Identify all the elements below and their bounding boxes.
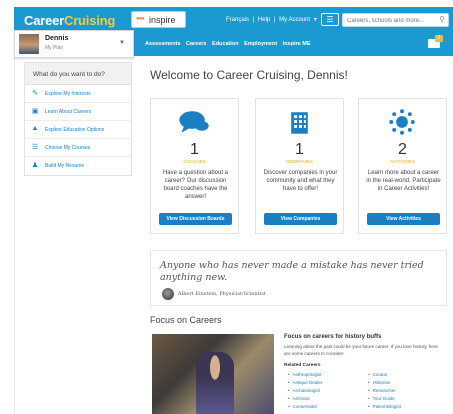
coaches-description: Have a question about a career? Our disc… [162, 170, 229, 200]
related-career-link[interactable]: Anthropologist [288, 372, 322, 377]
sidebar: What do you want to do? ✎ Explore My Int… [24, 62, 132, 176]
sidebar-item-explore-interests[interactable]: ✎ Explore My Interests [25, 85, 131, 103]
sidebar-item-label: Explore Education Options [45, 127, 105, 133]
focus-subtitle[interactable]: Focus on careers for history buffs [284, 334, 381, 340]
top-links-separator: | [252, 17, 255, 23]
nav-item-employment[interactable]: Employment [244, 41, 277, 47]
page-title: Welcome to Career Cruising, Dennis! [150, 68, 348, 82]
view-activities-button[interactable]: View Activities [367, 213, 440, 225]
briefcase-icon: ▣ [31, 108, 39, 115]
graduation-cap-icon: ▲ [31, 125, 39, 132]
search-box: ⚲ [342, 13, 449, 27]
coaches-card: 1 COACHES Have a question about a career… [150, 98, 239, 234]
activities-description: Learn more about a career in the real-wo… [366, 170, 441, 192]
nav-item-inspire-me[interactable]: Inspire ME [283, 41, 311, 47]
quote-text: Anyone who has never made a mistake has … [160, 260, 424, 283]
sidebar-item-label: Learn About Careers [45, 109, 92, 115]
nav-item-careers[interactable]: Careers [186, 41, 207, 47]
logo-text-career: Career [24, 13, 64, 28]
user-name: Dennis [45, 35, 69, 42]
focus-description: Learning about the past could be your fu… [284, 344, 438, 356]
quote-box: Anyone who has never made a mistake has … [150, 250, 447, 306]
list-icon: ☰ [31, 144, 39, 151]
activities-card: 2 ACTIVITIES Learn more about a career i… [358, 98, 447, 234]
quote-author: Albert Einstein, Physicist/Scientist [178, 291, 266, 297]
related-career-link[interactable]: Tour Guide [368, 396, 395, 401]
sidebar-divider [14, 58, 15, 414]
chat-icon [179, 111, 209, 133]
help-link[interactable]: Help [258, 17, 270, 23]
related-career-link[interactable]: Conservator [288, 404, 318, 409]
related-career-link[interactable]: Archivist [288, 396, 310, 401]
inspire-dots-icon: ●●● [136, 16, 145, 22]
coaches-count: 1 [190, 141, 199, 158]
people-icon: ♟ [31, 162, 39, 169]
view-discussion-boards-button[interactable]: View Discussion Boards [159, 213, 232, 225]
sidebar-item-label: Choose My Courses [45, 145, 91, 151]
search-input[interactable] [347, 15, 433, 26]
sidebar-item-choose-courses[interactable]: ☰ Choose My Courses [25, 139, 131, 157]
building-icon [291, 112, 308, 134]
my-plan-link[interactable]: My Plan [45, 45, 63, 51]
related-career-link[interactable]: Historian [368, 380, 391, 385]
pencil-icon: ✎ [32, 90, 38, 97]
sidebar-item-label: Explore My Interests [45, 91, 91, 97]
activities-count: 2 [398, 141, 407, 158]
inspire-label: inspire [149, 15, 176, 25]
related-career-link[interactable]: Researcher [368, 388, 396, 393]
nav-item-education[interactable]: Education [212, 41, 239, 47]
caret-down-icon[interactable]: ▼ [119, 40, 125, 46]
avatar [19, 34, 39, 54]
focus-photo [152, 334, 274, 414]
activities-label: ACTIVITIES [390, 159, 415, 164]
user-menu[interactable]: Dennis My Plan ▼ [14, 30, 134, 58]
hamburger-icon: ☰ [326, 15, 334, 24]
sidebar-title: What do you want to do? [25, 63, 131, 85]
sun-icon [389, 109, 415, 135]
chevron-down-icon[interactable]: ▾ [314, 17, 317, 23]
my-account-link[interactable]: My Account [279, 17, 310, 23]
related-career-link[interactable]: Curator [368, 372, 388, 377]
related-career-link[interactable]: Antique Dealer [288, 380, 323, 385]
main-nav: Assessments Careers Education Employment… [145, 41, 315, 47]
related-career-link[interactable]: Archaeologist [288, 388, 320, 393]
top-links: Français | Help | My Account ▾ [226, 16, 319, 23]
related-career-link[interactable]: Paleontologist [368, 404, 401, 409]
focus-section-title: Focus on Careers [150, 315, 222, 325]
search-icon[interactable]: ⚲ [439, 15, 445, 24]
photo-person [196, 352, 234, 414]
nav-item-assessments[interactable]: Assessments [145, 41, 180, 47]
coaches-label: COACHES [183, 159, 206, 164]
author-avatar [162, 288, 174, 300]
logo-text-cruising: Cruising [64, 13, 116, 28]
top-links-separator: | [273, 17, 276, 23]
companies-label: COMPANIES [286, 159, 313, 164]
related-careers-heading: Related Careers [284, 363, 321, 368]
message-count-badge: 2 [435, 35, 443, 42]
sidebar-item-education-options[interactable]: ▲ Explore Education Options [25, 121, 131, 139]
companies-description: Discover companies in your community and… [263, 170, 338, 192]
sidebar-item-label: Build My Resume [45, 163, 85, 169]
sidebar-item-build-resume[interactable]: ♟ Build My Resume [25, 157, 131, 175]
career-cruising-logo[interactable]: CareerCruising [24, 13, 115, 28]
view-companies-button[interactable]: View Companies [264, 213, 337, 225]
sidebar-item-learn-careers[interactable]: ▣ Learn About Careers [25, 103, 131, 121]
companies-count: 1 [295, 141, 304, 158]
inspire-logo-button[interactable]: ●●● inspire [131, 11, 186, 28]
companies-card: 1 COMPANIES Discover companies in your c… [255, 98, 344, 234]
language-link[interactable]: Français [226, 17, 249, 23]
menu-button[interactable]: ☰ [321, 13, 339, 26]
